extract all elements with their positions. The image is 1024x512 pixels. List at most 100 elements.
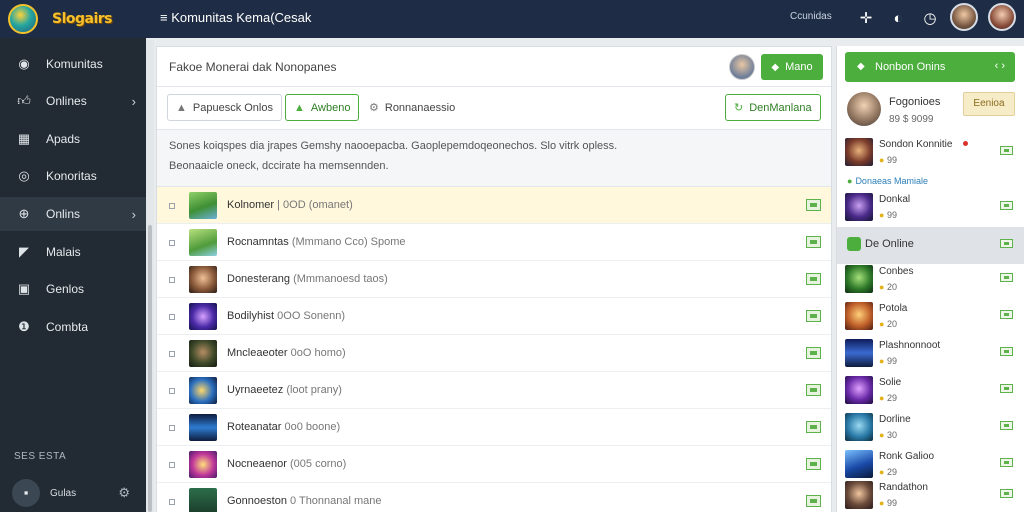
row-status-badge[interactable]: [806, 421, 821, 433]
table-row[interactable]: Nocneaenor (005 corno): [157, 446, 831, 483]
tab-label: DenManlana: [749, 101, 812, 114]
section-label: ● Donaeas Mamiale: [847, 176, 928, 186]
row-checkbox[interactable]: [169, 277, 175, 283]
friend-item[interactable]: Randathon ● 99: [837, 477, 1024, 512]
friend-chat-icon[interactable]: [1000, 458, 1013, 467]
friend-chat-icon[interactable]: [1000, 489, 1013, 498]
table-row[interactable]: Roteanatar 0o0 boone): [157, 409, 831, 446]
friend-chat-icon[interactable]: [1000, 347, 1013, 356]
row-checkbox[interactable]: [169, 351, 175, 357]
friend-item[interactable]: Solie ● 29: [837, 372, 1024, 409]
app-logo[interactable]: Slogairs: [8, 2, 148, 36]
row-status-badge[interactable]: [806, 236, 821, 248]
table-row[interactable]: Uyrnaeetez (loot prany): [157, 372, 831, 409]
tab-denmanlana[interactable]: ↻ DenManlana: [725, 94, 821, 121]
friend-stats: ● 30: [879, 430, 897, 440]
table-row[interactable]: Donesterang (Mmmanoesd taos): [157, 261, 831, 298]
sidebar-item-combta[interactable]: ❶ Combta: [0, 310, 146, 344]
friend-chat-icon[interactable]: [1000, 384, 1013, 393]
friend-item[interactable]: Sondon Konnitie ● 99: [837, 134, 1024, 171]
friend-chat-icon[interactable]: [1000, 239, 1013, 248]
gear-icon: ⚙: [369, 102, 379, 114]
table-row[interactable]: Mncleaeoter 0oO homo): [157, 335, 831, 372]
description-line: Sones koiqspes dia jrapes Gemshy naooepa…: [169, 140, 618, 152]
info-icon: ❶: [18, 319, 30, 334]
row-checkbox[interactable]: [169, 425, 175, 431]
sidebar-item-onlins[interactable]: ⊕ Onlins ›: [0, 197, 146, 231]
avatar[interactable]: [847, 92, 881, 126]
game-thumbnail: [189, 266, 217, 293]
moon-icon[interactable]: ◐: [888, 9, 908, 29]
logo-emblem-icon: [8, 4, 38, 34]
target-icon: ◎: [18, 168, 30, 183]
row-checkbox[interactable]: [169, 240, 175, 246]
row-status-badge[interactable]: [806, 495, 821, 507]
sidebar-item-komunitas[interactable]: ◉ Komunitas: [0, 47, 146, 81]
friend-avatar: [845, 376, 873, 404]
row-status-badge[interactable]: [806, 458, 821, 470]
profile-avatar[interactable]: [988, 3, 1016, 31]
friend-item[interactable]: Donkal ● 99: [837, 189, 1024, 226]
sidebar-scrollbar-thumb[interactable]: [148, 225, 152, 512]
user-avatar[interactable]: [950, 3, 978, 31]
friend-item[interactable]: Dorline ● 30: [837, 409, 1024, 446]
main-action-button[interactable]: ◆ Mano: [761, 54, 823, 80]
row-text: Uyrnaeetez (loot prany): [227, 384, 342, 396]
friend-chat-icon[interactable]: [1000, 201, 1013, 210]
sidebar-item-onlines[interactable]: 👍︎ Onlines ›: [0, 84, 146, 118]
row-text: Kolnomer | 0OD (omanet): [227, 199, 353, 211]
sidebar-item-malais[interactable]: ◤ Malais: [0, 235, 146, 269]
friend-chat-icon[interactable]: [1000, 273, 1013, 282]
friend-item[interactable]: Plashnonnoot ● 99: [837, 335, 1024, 372]
tab-awbeno[interactable]: ▲ Awbeno: [285, 94, 360, 121]
friend-chat-icon[interactable]: [1000, 146, 1013, 155]
clock-icon[interactable]: ◷: [920, 9, 940, 29]
row-checkbox[interactable]: [169, 203, 175, 209]
tab-ronnanaessio[interactable]: ⚙ Ronnanaessio: [369, 94, 455, 121]
row-checkbox[interactable]: [169, 499, 175, 505]
sidebar-item-genlos[interactable]: ▣ Genlos: [0, 272, 146, 306]
description-line: Beonaaicle oneck, dccirate ha memsennden…: [169, 160, 389, 172]
table-row[interactable]: Rocnamntas (Mmmano Cco) Spome: [157, 224, 831, 261]
friend-name: Randathon: [879, 482, 928, 493]
sidebar-item-apads[interactable]: ▦ Apads: [0, 122, 146, 156]
row-text: Roteanatar 0o0 boone): [227, 421, 341, 433]
current-user-button[interactable]: Eenioa: [963, 92, 1015, 116]
friends-online-button[interactable]: ◆ Nonbon Onins ‹ ›: [845, 52, 1015, 82]
sidebar-user[interactable]: ▪ Gulas ⚙: [12, 478, 134, 508]
topbar-label[interactable]: Ccunidas: [790, 11, 832, 22]
row-status-badge[interactable]: [806, 199, 821, 211]
table-row[interactable]: Bodilyhist 0OO Sonenn): [157, 298, 831, 335]
tab-papuesck[interactable]: ▲ Papuesck Onlos: [167, 94, 282, 121]
book-icon: ▣: [17, 281, 31, 296]
row-status-badge[interactable]: [806, 384, 821, 396]
table-row[interactable]: Kolnomer | 0OD (omanet): [157, 187, 831, 224]
friend-stats: ● 20: [879, 282, 897, 292]
row-checkbox[interactable]: [169, 462, 175, 468]
friend-item[interactable]: Potola ● 20: [837, 298, 1024, 335]
friends-panel: ◆ Nonbon Onins ‹ › Fogonioes 89 $ 9099 E…: [836, 46, 1024, 512]
plus-icon[interactable]: ✛: [856, 9, 876, 29]
tab-label: Awbeno: [310, 101, 351, 114]
game-thumbnail: [189, 340, 217, 367]
friend-item[interactable]: Conbes ● 20: [837, 261, 1024, 298]
row-text: Rocnamntas (Mmmano Cco) Spome: [227, 236, 406, 248]
friend-item-selected[interactable]: De Online: [837, 227, 1024, 264]
friend-chat-icon[interactable]: [1000, 421, 1013, 430]
main-avatar[interactable]: [729, 54, 755, 80]
row-status-badge[interactable]: [806, 273, 821, 285]
current-user-stats: 89 $ 9099: [889, 114, 934, 125]
page-title: ≡ Komunitas Kema(Cesak: [160, 10, 312, 25]
game-thumbnail: [189, 192, 217, 219]
row-checkbox[interactable]: [169, 314, 175, 320]
gamepad-icon: ◆: [771, 61, 780, 73]
gear-icon[interactable]: ⚙: [118, 485, 130, 501]
row-status-badge[interactable]: [806, 310, 821, 322]
table-row[interactable]: Gonnoeston 0 Thonnanal mane: [157, 483, 831, 512]
sidebar-item-konoritas[interactable]: ◎ Konoritas: [0, 159, 146, 193]
main-header: Fakoe Monerai dak Nonopanes ◆ Mano: [157, 47, 831, 87]
row-checkbox[interactable]: [169, 388, 175, 394]
game-thumbnail: [189, 414, 217, 441]
row-status-badge[interactable]: [806, 347, 821, 359]
friend-chat-icon[interactable]: [1000, 310, 1013, 319]
